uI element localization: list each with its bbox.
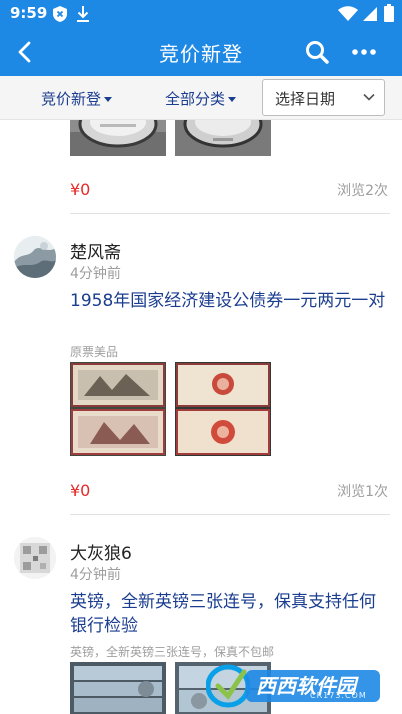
category-filter-label: 全部分类 xyxy=(165,90,226,108)
post-time: 4分钟前 xyxy=(70,266,121,282)
status-bar: 9:59 xyxy=(0,0,402,28)
post-description: 英镑，全新英镑三张连号，保真不包邮 xyxy=(70,645,275,659)
status-time: 9:59 xyxy=(10,4,48,22)
post-price: ¥0 xyxy=(70,481,91,500)
post-price: ¥0 xyxy=(70,180,91,199)
post-description: 原票美品 xyxy=(70,345,119,359)
signal-icon xyxy=(363,7,377,21)
watermark-logo: 西西软件园 CR173.COM xyxy=(205,664,382,708)
chevron-down-icon xyxy=(363,93,375,101)
post-image[interactable] xyxy=(70,362,166,456)
user-name[interactable]: 大灰狼6 xyxy=(70,539,132,564)
post-image[interactable] xyxy=(70,662,166,714)
battery-icon xyxy=(384,4,394,22)
download-icon xyxy=(77,6,89,22)
sort-filter-dropdown[interactable]: 竞价新登 xyxy=(41,88,113,109)
filter-bar: 竞价新登 全部分类 选择日期 xyxy=(0,76,402,120)
shield-x-icon xyxy=(53,6,67,22)
caret-down-icon xyxy=(228,97,237,102)
caret-down-icon xyxy=(104,97,113,102)
post-title[interactable]: 1958年国家经济建设公债券一元两元一对 xyxy=(70,289,386,313)
post-views: 浏览2次 xyxy=(337,183,388,199)
user-name[interactable]: 楚风斋 xyxy=(70,238,121,263)
date-select[interactable]: 选择日期 xyxy=(262,79,385,116)
sort-filter-label: 竞价新登 xyxy=(41,90,102,108)
divider xyxy=(70,213,390,214)
more-icon[interactable] xyxy=(350,38,378,66)
category-filter-dropdown[interactable]: 全部分类 xyxy=(165,88,237,109)
post-title[interactable]: 英镑，全新英镑三张连号，保真支持任何银行检验 xyxy=(70,590,386,638)
page-title: 竞价新登 xyxy=(159,42,243,66)
date-select-label: 选择日期 xyxy=(275,90,336,108)
search-icon[interactable] xyxy=(303,38,331,66)
divider xyxy=(70,514,390,515)
watermark-subtext: CR173.COM xyxy=(310,691,367,700)
post-image[interactable] xyxy=(175,362,271,456)
post-image[interactable] xyxy=(70,120,166,156)
app-bar: 竞价新登 xyxy=(0,28,402,76)
post-views: 浏览1次 xyxy=(337,484,388,500)
wifi-icon xyxy=(338,6,358,21)
post-time: 4分钟前 xyxy=(70,567,121,583)
avatar[interactable] xyxy=(14,236,56,278)
avatar[interactable] xyxy=(14,537,56,579)
post-image[interactable] xyxy=(175,120,271,156)
